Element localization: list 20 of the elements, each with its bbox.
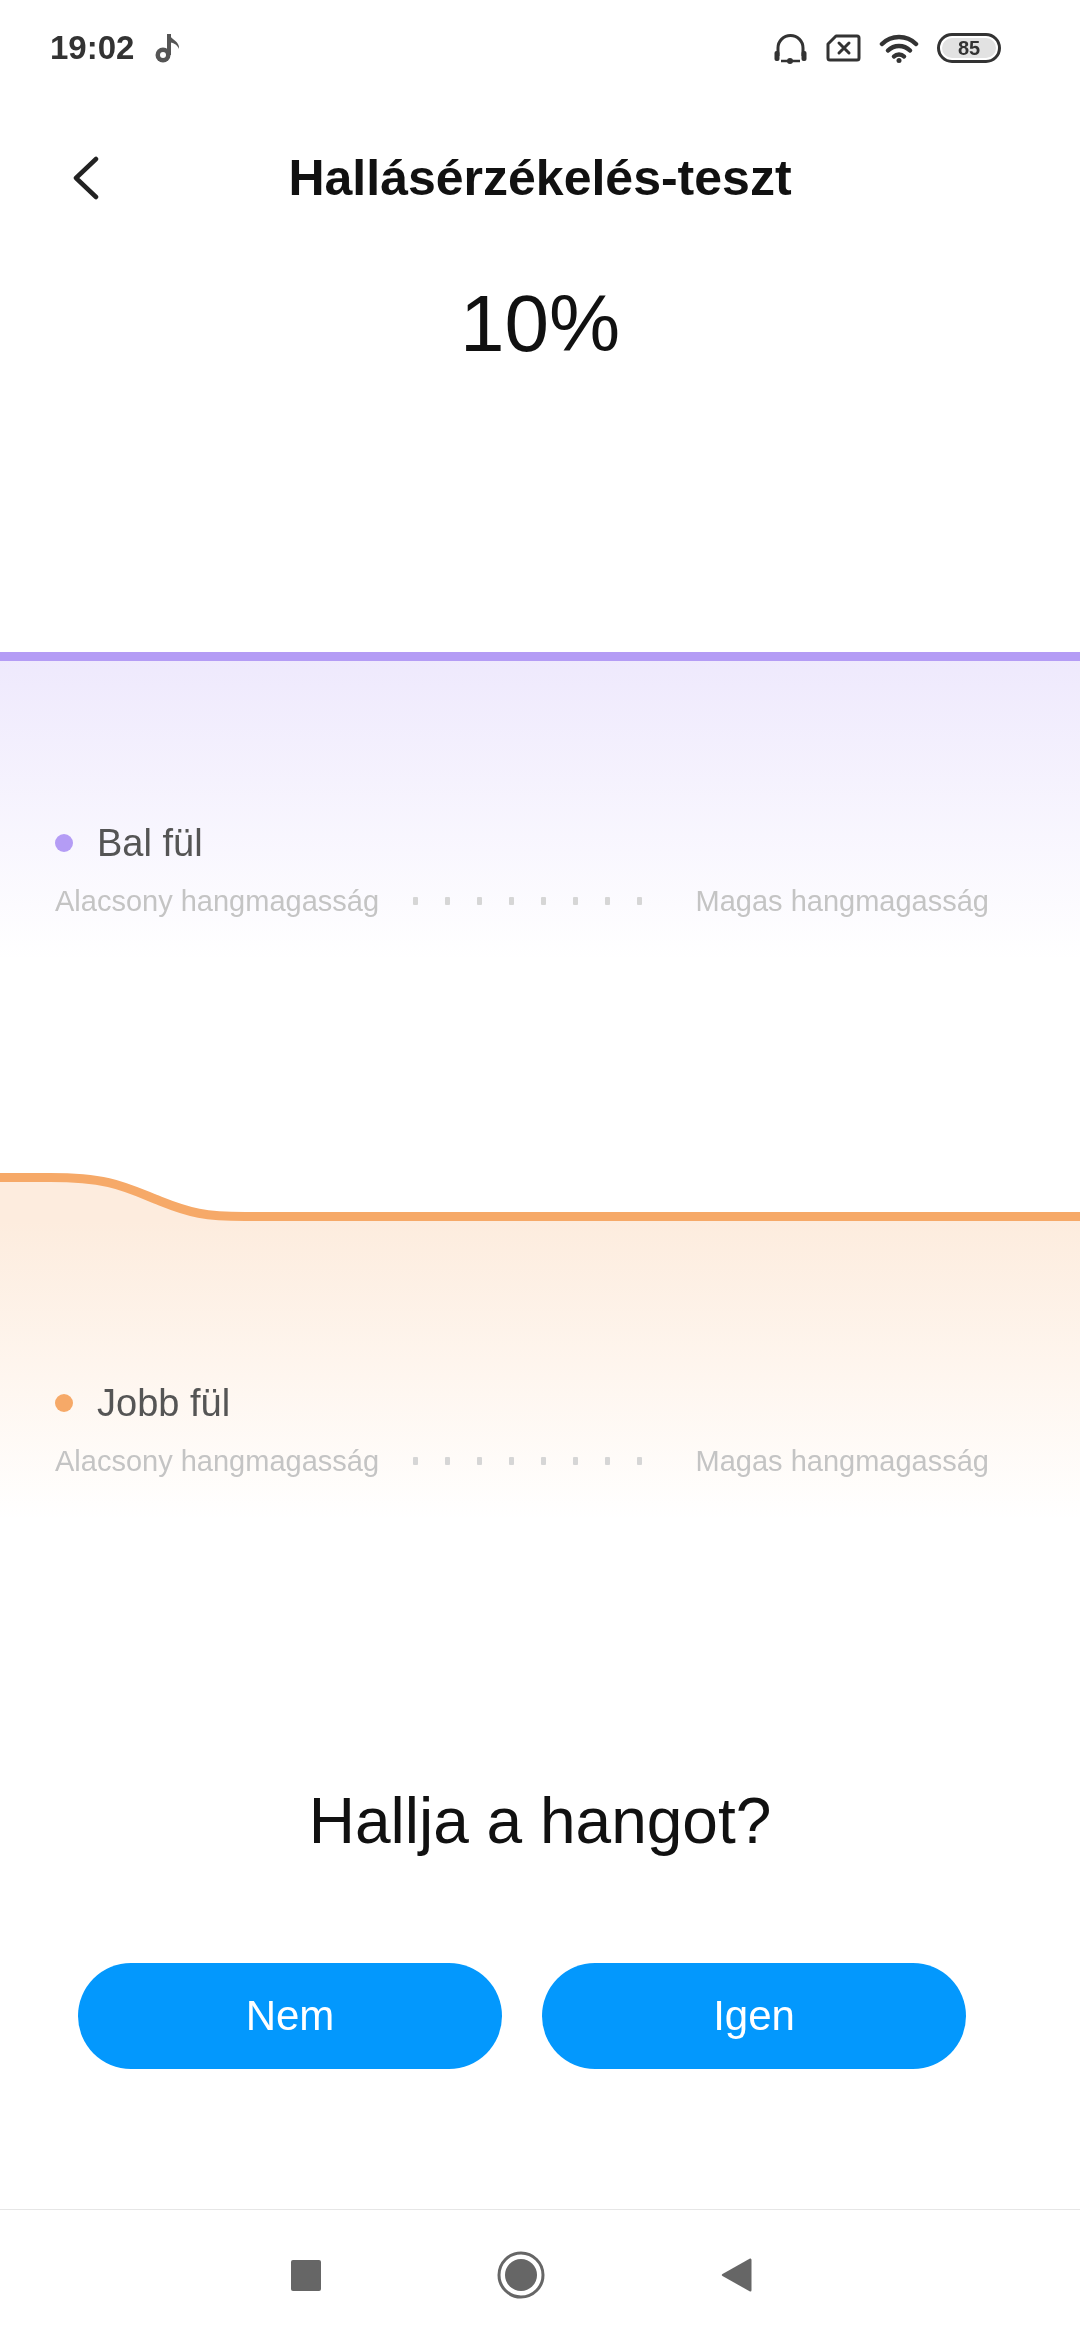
high-pitch-label: Magas hangmagasság (695, 884, 989, 919)
question-text: Hallja a hangot? (308, 1784, 772, 1859)
headset-icon (773, 31, 808, 64)
battery-level-text: 85 (957, 37, 981, 58)
progress-percent: 10% (459, 278, 621, 370)
music-note-icon (154, 31, 182, 64)
status-time: 19:02 (50, 27, 135, 68)
back-icon[interactable] (72, 156, 100, 200)
answer-button[interactable]: Igen (542, 1963, 966, 2069)
ear-label: Jobb fül (97, 1381, 231, 1426)
page-title: Hallásérzékelés-teszt (288, 149, 792, 208)
low-pitch-label: Alacsony hangmagasság (55, 884, 380, 919)
home-icon[interactable] (497, 2251, 545, 2299)
low-pitch-label: Alacsony hangmagasság (55, 1444, 380, 1479)
wifi-icon (879, 32, 919, 63)
answer-button[interactable]: Nem (78, 1963, 502, 2069)
recent-apps-icon[interactable] (291, 2259, 321, 2291)
ear-label: Bal fül (97, 821, 203, 866)
sim-card-x-icon (826, 33, 861, 62)
high-pitch-label: Magas hangmagasság (695, 1444, 989, 1479)
